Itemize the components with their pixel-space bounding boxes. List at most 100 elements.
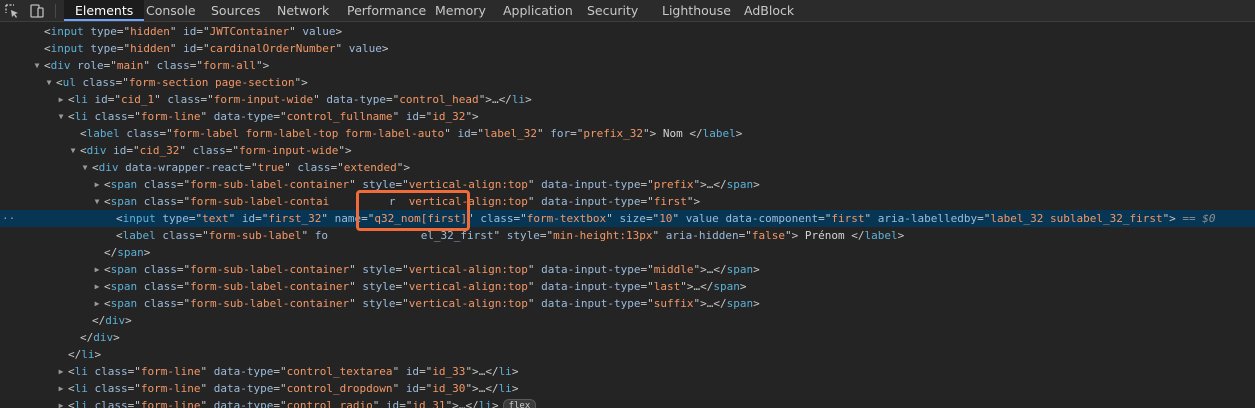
attribute-value: label_32 sublabel_32_first	[990, 212, 1163, 225]
markup-text: >	[739, 280, 747, 293]
markup-text: >	[143, 246, 151, 259]
expand-triangle-closed-icon[interactable]: ▶	[92, 295, 102, 312]
attribute-value: q32_nom[first]	[374, 212, 468, 225]
dom-node[interactable]: ▼ <li class="form-line" data-type="contro…	[0, 108, 1255, 125]
attribute-name: class	[162, 229, 196, 242]
dom-node[interactable]: <input type="hidden" id="cardinalOrderNu…	[0, 40, 1255, 57]
tag-name: li	[478, 399, 492, 408]
dom-node[interactable]: <input type="hidden" id="JWTContainer" v…	[0, 23, 1255, 40]
expand-triangle-open-icon[interactable]: ▼	[80, 159, 90, 176]
attribute-value: form-sub-label-container	[190, 263, 350, 276]
expand-triangle-closed-icon[interactable]: ▶	[92, 176, 102, 193]
attribute-value: id_30	[432, 382, 466, 395]
markup-text: <	[44, 42, 51, 55]
expand-triangle-open-icon[interactable]: ▼	[92, 193, 102, 210]
attribute-name: style	[362, 297, 396, 310]
dom-node[interactable]: ▶ <li class="form-line" data-type="contro…	[0, 397, 1255, 408]
tag-name: label	[702, 127, 736, 140]
tab-network[interactable]: Network	[277, 0, 329, 21]
tab-application[interactable]: Application	[503, 0, 573, 21]
expand-triangle-open-icon[interactable]: ▼	[56, 108, 66, 125]
attribute-value: form-line	[140, 399, 201, 408]
flex-badge[interactable]: flex	[502, 399, 537, 408]
dom-node[interactable]: ▶ <span class="form-sub-label-container" …	[0, 261, 1255, 278]
attribute-name: data-type	[213, 110, 274, 123]
dom-node[interactable]: ▼ <div id="cid_32" class="form-input-wide…	[0, 142, 1255, 159]
attribute-value: form-sub-label-contai	[190, 195, 330, 208]
dom-node[interactable]: ▼ <div role="main" class="form-all">	[0, 57, 1255, 74]
markup-text: ="	[244, 161, 258, 174]
markup-text: ">	[680, 280, 694, 293]
dom-node[interactable]: </div>	[0, 329, 1255, 346]
markup-text: ="	[385, 93, 400, 106]
dom-node[interactable]: ▶ <span class="form-sub-label-container" …	[0, 295, 1255, 312]
markup-text: ">	[686, 195, 701, 208]
dom-node[interactable]: ▶ <span class="form-sub-label-container" …	[0, 176, 1255, 193]
markup-text: Prénom	[798, 229, 852, 242]
expand-triangle-closed-icon[interactable]: ▶	[56, 363, 66, 380]
expand-triangle-closed-icon[interactable]: ▶	[92, 278, 102, 295]
markup-text: ="	[330, 161, 344, 174]
node-markup: <span class="form-sub-label-container" s…	[104, 261, 760, 278]
expand-triangle-closed-icon[interactable]: ▶	[56, 380, 66, 397]
tag-name: span	[726, 297, 754, 310]
attribute-value: cid_32	[139, 144, 180, 157]
dom-node[interactable]: ▶ <span class="form-sub-label-container" …	[0, 278, 1255, 295]
device-toggle-icon[interactable]	[28, 2, 46, 20]
tab-console[interactable]: Console	[146, 0, 196, 21]
attribute-name: class	[143, 280, 177, 293]
dom-node[interactable]: ▼ <ul class="form-section page-section">	[0, 74, 1255, 91]
markup-text: "	[527, 297, 542, 310]
attribute-name: type	[162, 212, 189, 225]
tag-name: span	[110, 195, 138, 208]
markup-text: ="	[195, 229, 209, 242]
dom-node[interactable]: </div>	[0, 312, 1255, 329]
node-markup: <label class="form-label form-label-top …	[80, 125, 742, 142]
expand-triangle-open-icon[interactable]: ▼	[68, 142, 78, 159]
markup-text	[137, 297, 144, 310]
expand-triangle-open-icon[interactable]: ▼	[44, 74, 54, 91]
attribute-value: hidden	[130, 25, 170, 38]
inspect-element-icon[interactable]	[3, 2, 21, 20]
tab-elements[interactable]: Elements	[64, 0, 145, 21]
attribute-value: vertical-align:top	[408, 263, 528, 276]
markup-text: ="	[176, 178, 191, 191]
expand-triangle-closed-icon[interactable]: ▶	[92, 261, 102, 278]
expand-triangle-closed-icon[interactable]: ▶	[56, 91, 66, 108]
tab-security[interactable]: Security	[587, 0, 638, 21]
dom-node[interactable]: ▼ <div data-wrapper-react="true" class="e…	[0, 159, 1255, 176]
attribute-name: id	[183, 42, 197, 55]
dom-node[interactable]: </span>	[0, 244, 1255, 261]
tag-name: div	[50, 59, 71, 72]
tab-memory[interactable]: Memory	[435, 0, 486, 21]
dom-node-selected[interactable]: ·· <input type="text" id="first_32" name=…	[0, 210, 1255, 227]
attribute-value: form-sub-label-container	[190, 280, 350, 293]
markup-text: ">	[693, 263, 707, 276]
expand-triangle-closed-icon[interactable]: ▶	[56, 397, 66, 408]
tab-performance[interactable]: Performance	[347, 0, 426, 21]
attribute-value: vertical-align:top	[408, 178, 528, 191]
dom-node[interactable]: </li>	[0, 346, 1255, 363]
tab-lighthouse[interactable]: Lighthouse	[662, 0, 731, 21]
node-actions-icon[interactable]: ··	[2, 210, 15, 227]
dom-tree[interactable]: <input type="hidden" id="JWTContainer" v…	[0, 22, 1255, 408]
markup-text: ">	[465, 365, 479, 378]
dom-node[interactable]: ▶ <li class="form-line" data-type="contro…	[0, 363, 1255, 380]
tab-adblock[interactable]: AdBlock	[744, 0, 794, 21]
expand-triangle-open-icon[interactable]: ▼	[32, 57, 42, 74]
tab-sources[interactable]: Sources	[211, 0, 260, 21]
node-markup: <input type="text" id="first_32" name="q…	[116, 210, 1216, 227]
dom-node[interactable]: <label class="form-label form-label-top …	[0, 125, 1255, 142]
dom-node[interactable]: ▼ <span class="form-sub-label-contai r ve…	[0, 193, 1255, 210]
markup-text: ="	[513, 212, 527, 225]
markup-text: >	[897, 229, 905, 242]
attribute-value: form-section page-section	[128, 76, 295, 89]
dom-node[interactable]: ▶ <li class="form-line" data-type="contro…	[0, 380, 1255, 397]
dom-node[interactable]: <label class="form-sub-label" fo el_32_f…	[0, 227, 1255, 244]
dom-node[interactable]: ▶ <li id="cid_1" class="form-input-wide" …	[0, 91, 1255, 108]
markup-text: <	[116, 212, 123, 225]
markup-text: "	[321, 212, 335, 225]
attribute-value: form-line	[140, 110, 201, 123]
tag-name: li	[498, 382, 512, 395]
markup-text: </	[68, 348, 82, 361]
